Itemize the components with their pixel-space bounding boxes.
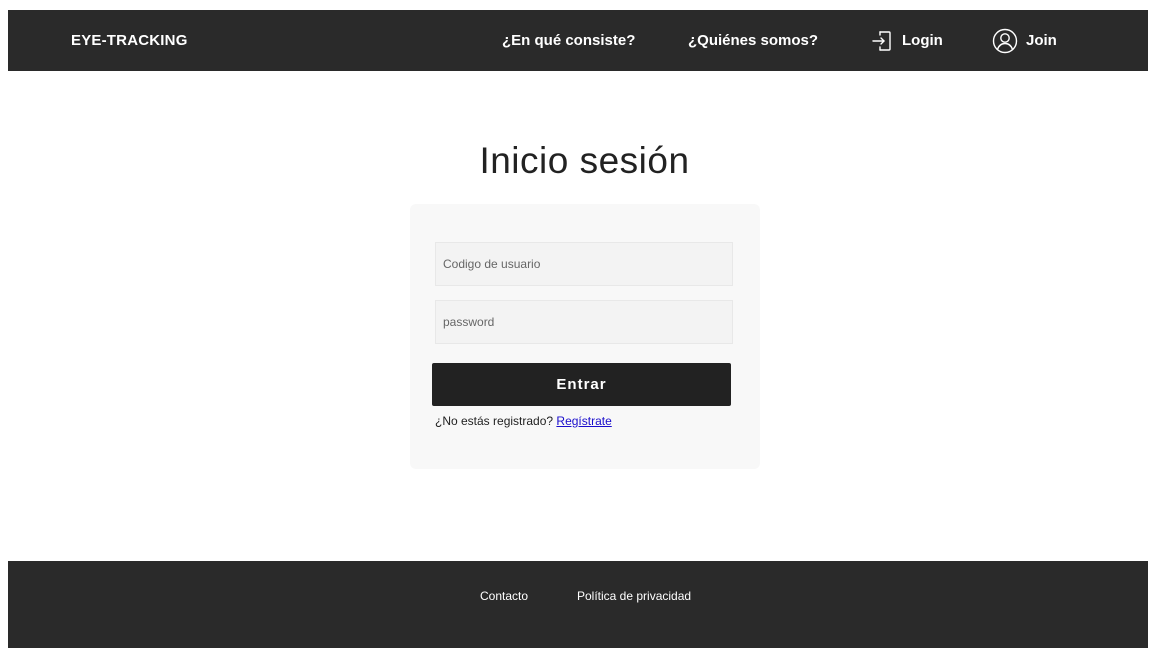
- nav-link-consiste[interactable]: ¿En qué consiste?: [502, 10, 635, 71]
- nav-link-label: ¿En qué consiste?: [502, 32, 636, 49]
- register-prompt-text: ¿No estás registrado?: [435, 414, 554, 428]
- user-icon: [992, 28, 1018, 54]
- password-input[interactable]: [435, 300, 733, 344]
- nav-link-label: Login: [902, 32, 943, 49]
- footer-link-privacy[interactable]: Política de privacidad: [577, 589, 691, 603]
- username-input[interactable]: [435, 242, 733, 286]
- nav-link-label: Join: [1026, 32, 1057, 49]
- login-icon: [870, 29, 894, 53]
- login-form: Entrar ¿No estás registrado? Regístrate: [410, 204, 760, 469]
- footer-link-contacto[interactable]: Contacto: [480, 589, 528, 603]
- register-link[interactable]: Regístrate: [556, 414, 611, 428]
- register-prompt: ¿No estás registrado? Regístrate: [435, 414, 612, 428]
- page-title: Inicio sesión: [479, 140, 690, 181]
- brand-logo[interactable]: EYE-TRACKING: [71, 10, 188, 71]
- page: EYE-TRACKING ¿En qué consiste? ¿Quiénes …: [0, 0, 1149, 648]
- footer: Contacto Política de privacidad: [8, 561, 1148, 648]
- nav-link-join[interactable]: Join: [992, 10, 1057, 71]
- nav-link-somos[interactable]: ¿Quiénes somos?: [688, 10, 818, 71]
- nav-link-label: ¿Quiénes somos?: [688, 32, 819, 49]
- submit-button[interactable]: Entrar: [432, 363, 731, 406]
- top-navbar: EYE-TRACKING ¿En qué consiste? ¿Quiénes …: [8, 10, 1148, 71]
- nav-link-login[interactable]: Login: [870, 10, 943, 71]
